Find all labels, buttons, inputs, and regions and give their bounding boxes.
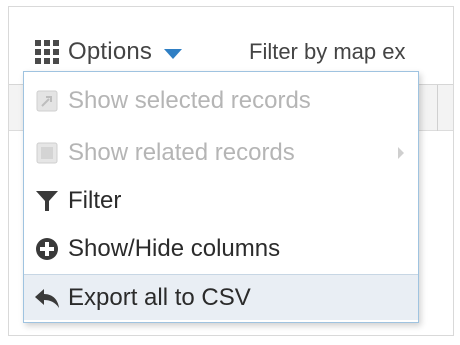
options-dropdown-menu: Show selected records Show related recor…: [23, 71, 419, 323]
related-records-icon: [34, 140, 60, 166]
menu-item-show-hide-columns[interactable]: Show/Hide columns: [24, 226, 418, 272]
options-menu-button[interactable]: Options: [35, 33, 183, 71]
screenshot-frame: Options Filter by map ex Show selected r…: [8, 6, 454, 336]
menu-item-show-related-records[interactable]: Show related records: [24, 130, 418, 176]
menu-item-label: Show related records: [68, 139, 295, 166]
filter-by-map-extent-button[interactable]: Filter by map ex: [249, 39, 406, 65]
export-arrow-icon: [34, 285, 60, 311]
zoom-to-selection-icon: [34, 88, 60, 114]
menu-item-label: Export all to CSV: [68, 283, 251, 311]
column-divider: [437, 85, 438, 131]
menu-item-export-all-to-csv[interactable]: Export all to CSV: [24, 274, 418, 320]
submenu-arrow-icon: [398, 147, 404, 159]
menu-item-label: Show/Hide columns: [68, 235, 281, 262]
filter-funnel-icon: [34, 188, 60, 214]
plus-circle-icon: [34, 236, 60, 262]
options-label: Options: [68, 38, 153, 65]
caret-down-icon: [164, 48, 183, 59]
menu-item-show-selected-records[interactable]: Show selected records: [24, 78, 418, 124]
menu-item-label: Filter: [68, 187, 122, 214]
menu-item-label: Show selected records: [68, 87, 311, 114]
menu-item-filter[interactable]: Filter: [24, 178, 418, 224]
grid-menu-icon: [35, 40, 59, 64]
